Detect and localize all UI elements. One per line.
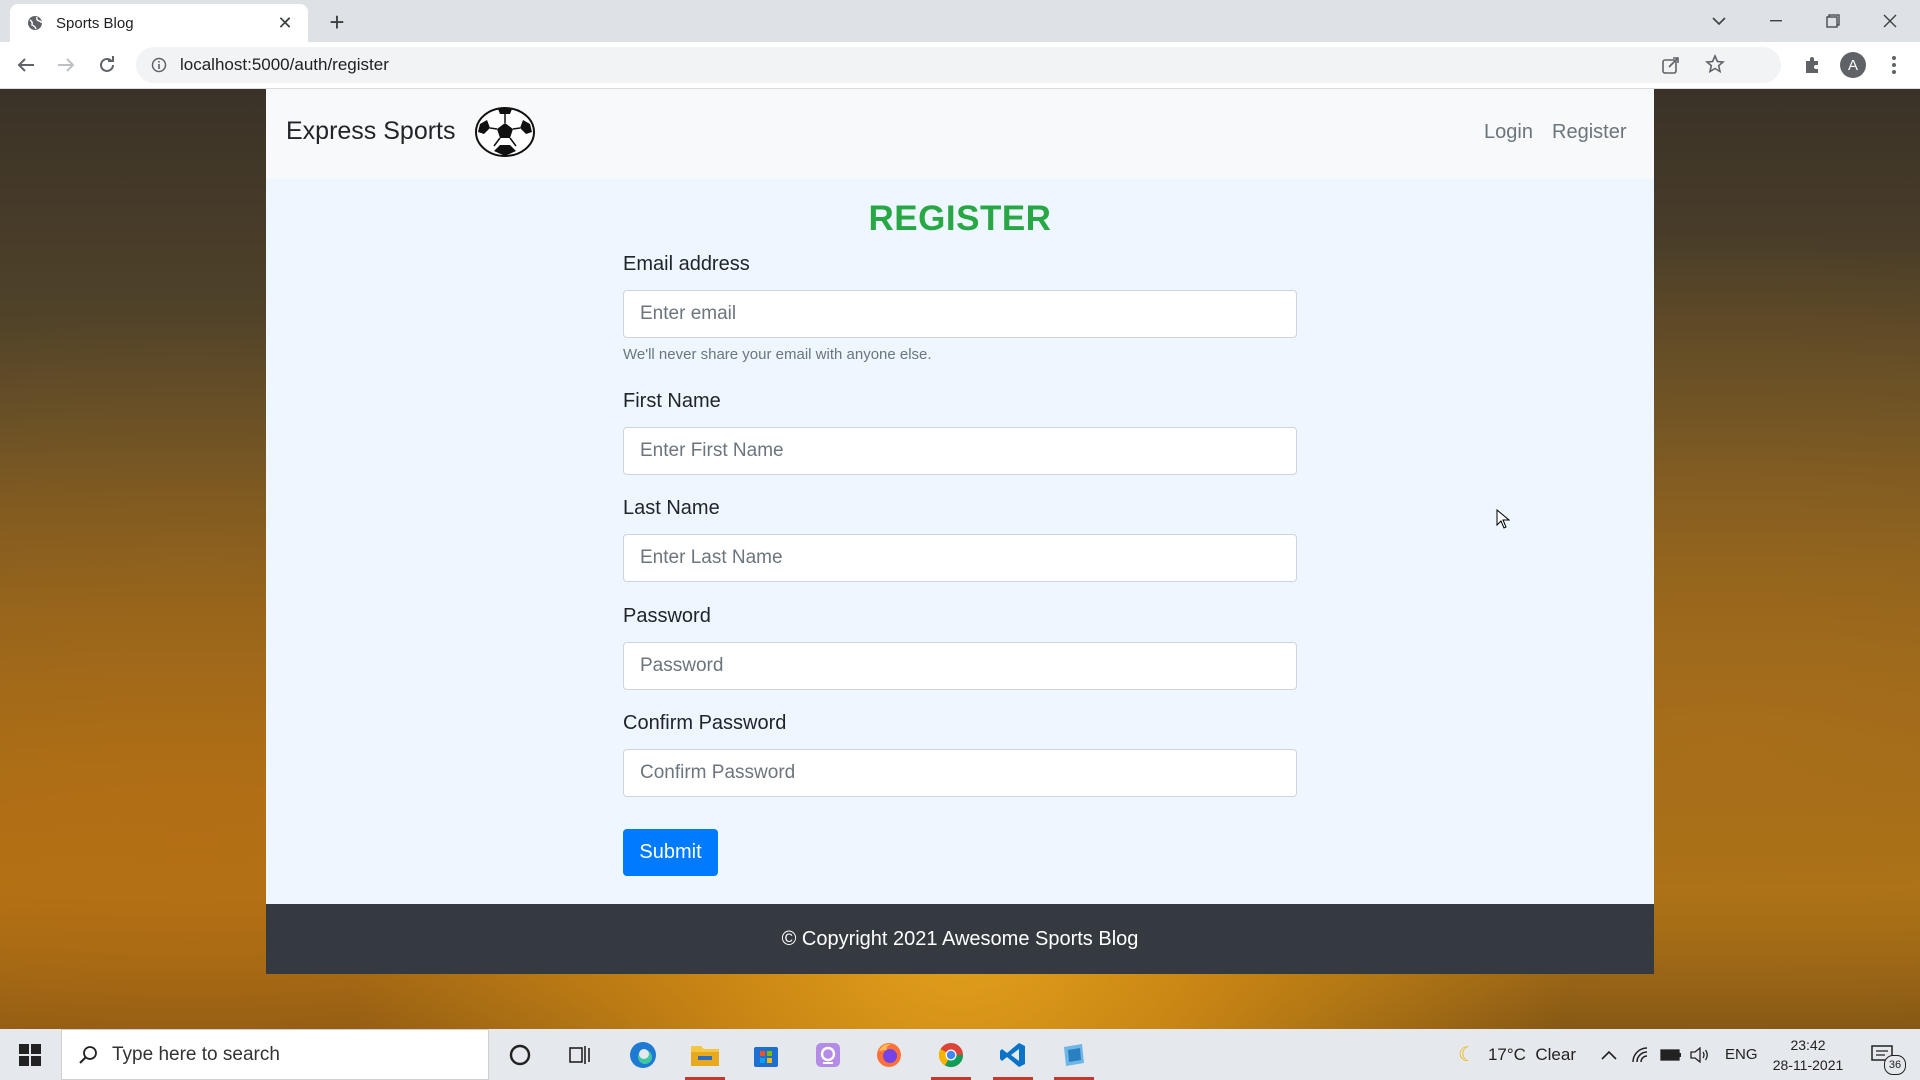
browser-tab-strip: Sports Blog ✕ + xyxy=(0,0,1920,42)
url-text: localhost:5000/auth/register xyxy=(180,55,389,74)
battery-icon[interactable] xyxy=(1660,1029,1682,1080)
weather-text: 17°C Clear xyxy=(1487,1044,1576,1064)
language-indicator[interactable]: ENG xyxy=(1725,1029,1758,1080)
extensions-puzzle-icon[interactable] xyxy=(1796,49,1828,81)
app-purple-icon[interactable] xyxy=(799,1029,857,1080)
chrome-icon[interactable] xyxy=(922,1029,980,1080)
submit-button[interactable]: Submit xyxy=(623,829,718,876)
reload-icon[interactable] xyxy=(91,49,123,81)
profile-initial: A xyxy=(1840,52,1866,78)
page-container: Express Sports Login Register REGISTER E… xyxy=(266,89,1654,976)
network-icon[interactable] xyxy=(1631,1029,1649,1080)
task-view-icon[interactable] xyxy=(551,1029,609,1080)
soccer-ball-icon xyxy=(475,107,535,157)
clock-date: 28-11-2021 xyxy=(1772,1056,1844,1073)
show-hidden-icons-icon[interactable] xyxy=(1601,1029,1617,1080)
minimize-icon[interactable] xyxy=(1748,0,1804,42)
restore-icon[interactable] xyxy=(1805,0,1861,42)
register-section: REGISTER Email address We'll never share… xyxy=(266,179,1654,904)
confirm-password-input[interactable] xyxy=(623,749,1297,797)
notifications-icon[interactable]: 36 xyxy=(1864,1029,1906,1080)
tab-title: Sports Blog xyxy=(56,14,134,32)
brand-link[interactable]: Express Sports xyxy=(286,117,456,146)
browser-tab[interactable]: Sports Blog ✕ xyxy=(10,4,308,42)
windows-start-icon[interactable] xyxy=(0,1029,60,1080)
windows-taskbar: Type here to search ☾ 17°C Clear ENG 23:… xyxy=(0,1029,1920,1080)
volume-icon[interactable] xyxy=(1690,1029,1710,1080)
microsoft-store-icon[interactable] xyxy=(737,1029,795,1080)
confirm-password-label: Confirm Password xyxy=(623,712,787,734)
new-tab-button[interactable]: + xyxy=(322,7,352,37)
site-info-icon[interactable] xyxy=(150,56,168,74)
close-tab-icon[interactable]: ✕ xyxy=(272,10,298,36)
email-help-text: We'll never share your email with anyone… xyxy=(623,346,932,363)
page-viewport: Express Sports Login Register REGISTER E… xyxy=(0,89,1920,1029)
notification-count-badge: 36 xyxy=(1884,1055,1906,1075)
vscode-icon[interactable] xyxy=(984,1029,1042,1080)
profile-avatar[interactable]: A xyxy=(1837,49,1869,81)
forward-arrow-icon[interactable] xyxy=(50,49,82,81)
nav-login-link[interactable]: Login xyxy=(1484,121,1533,144)
browser-menu-icon[interactable] xyxy=(1878,49,1910,81)
mouse-cursor-icon xyxy=(1496,509,1510,529)
site-footer: © Copyright 2021 Awesome Sports Blog xyxy=(266,904,1654,974)
app-blue-icon[interactable] xyxy=(1045,1029,1103,1080)
password-label: Password xyxy=(623,605,711,627)
globe-icon xyxy=(26,14,44,32)
clock[interactable]: 23:42 28-11-2021 xyxy=(1770,1029,1846,1080)
taskbar-search-placeholder: Type here to search xyxy=(112,1043,280,1065)
firefox-icon[interactable] xyxy=(860,1029,918,1080)
file-explorer-icon[interactable] xyxy=(676,1029,734,1080)
email-label: Email address xyxy=(623,253,750,275)
back-arrow-icon[interactable] xyxy=(10,49,42,81)
page-title: REGISTER xyxy=(868,199,1052,238)
edge-browser-icon[interactable] xyxy=(614,1029,672,1080)
email-input[interactable] xyxy=(623,290,1297,338)
last-name-input[interactable] xyxy=(623,534,1297,582)
bookmark-star-icon[interactable] xyxy=(1705,53,1725,79)
tab-search-icon[interactable] xyxy=(1691,0,1747,42)
footer-copyright: © Copyright 2021 Awesome Sports Blog xyxy=(781,927,1139,950)
cortana-icon[interactable] xyxy=(491,1029,549,1080)
last-name-label: Last Name xyxy=(623,497,720,519)
share-icon[interactable] xyxy=(1661,55,1681,80)
first-name-input[interactable] xyxy=(623,427,1297,475)
close-window-icon[interactable] xyxy=(1862,0,1918,42)
address-bar[interactable]: localhost:5000/auth/register xyxy=(136,47,1781,83)
first-name-label: First Name xyxy=(623,390,721,412)
password-input[interactable] xyxy=(623,642,1297,690)
weather-widget[interactable]: ☾ 17°C Clear xyxy=(1458,1029,1576,1080)
moon-icon: ☾ xyxy=(1458,1044,1476,1066)
browser-toolbar: localhost:5000/auth/register A xyxy=(0,42,1920,89)
clock-time: 23:42 xyxy=(1790,1036,1826,1053)
taskbar-search-box[interactable]: Type here to search xyxy=(61,1029,489,1080)
site-navbar: Express Sports Login Register xyxy=(266,89,1654,179)
search-icon xyxy=(76,1043,100,1067)
nav-register-link[interactable]: Register xyxy=(1552,121,1626,144)
